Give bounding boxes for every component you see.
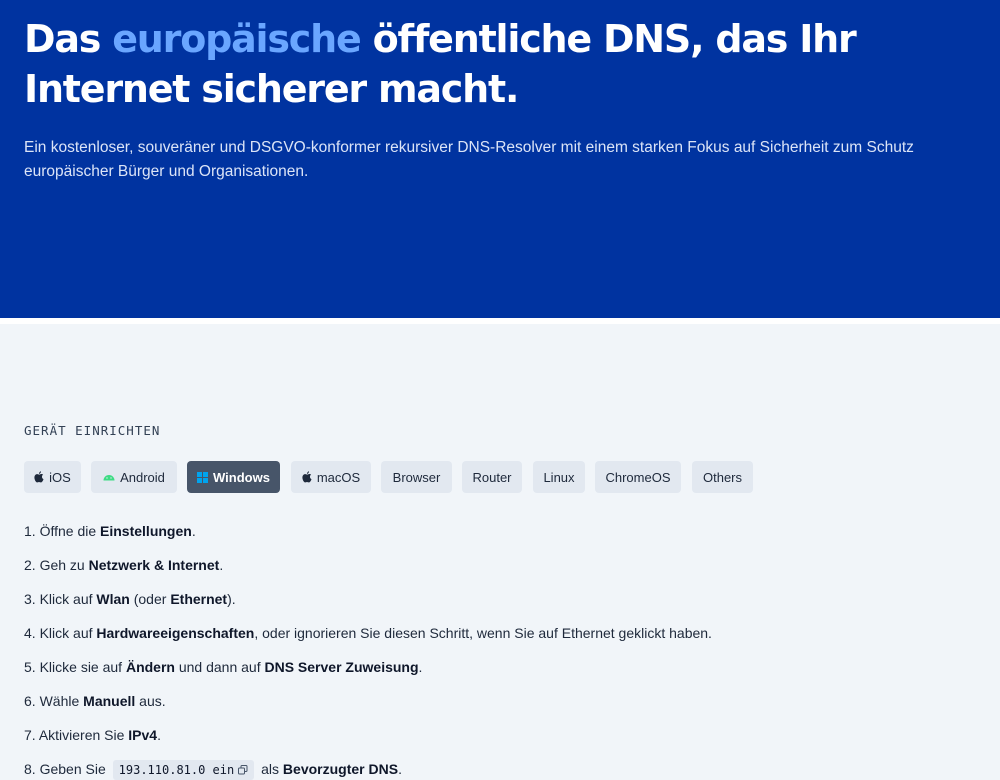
divider — [0, 318, 1000, 324]
step-8: 8. Geben Sie 193.110.81.0 ein als Bevorz… — [24, 759, 402, 780]
windows-icon — [197, 471, 209, 483]
tab-android-label: Android — [120, 469, 165, 485]
tab-chromeos[interactable]: ChromeOS — [595, 461, 681, 493]
tab-others[interactable]: Others — [692, 461, 753, 493]
apple-icon — [34, 471, 44, 483]
android-icon — [103, 475, 115, 481]
apple-icon — [302, 471, 312, 483]
tab-chromeos-label: ChromeOS — [605, 469, 671, 485]
step-5: 5. Klicke sie auf Ändern und dann auf DN… — [24, 659, 423, 675]
hero-title-accent: europäische — [112, 17, 362, 61]
tab-router-label: Router — [472, 469, 512, 485]
copy-icon[interactable] — [238, 765, 248, 775]
tab-windows[interactable]: Windows — [187, 461, 280, 493]
tab-macos[interactable]: macOS — [291, 461, 371, 493]
tab-browser[interactable]: Browser — [381, 461, 452, 493]
dns-address-code[interactable]: 193.110.81.0 ein — [112, 760, 255, 780]
tab-macos-label: macOS — [316, 469, 361, 485]
step-1: 1. Öffne die Einstellungen. — [24, 523, 196, 539]
tab-browser-label: Browser — [392, 469, 441, 485]
hero-subtitle: Ein kostenloser, souveräner und DSGVO-ko… — [24, 139, 914, 180]
tab-router[interactable]: Router — [462, 461, 522, 493]
step-4: 4. Klick auf Hardwareeigenschaften, oder… — [24, 625, 712, 641]
tab-ios-label: iOS — [49, 469, 71, 485]
tab-windows-label: Windows — [213, 469, 270, 485]
tab-others-label: Others — [702, 469, 742, 485]
tab-linux[interactable]: Linux — [533, 461, 585, 493]
tab-ios[interactable]: iOS — [24, 461, 81, 493]
tab-android[interactable]: Android — [91, 461, 177, 493]
step-3: 3. Klick auf Wlan (oder Ethernet). — [24, 591, 236, 607]
step-2: 2. Geh zu Netzwerk & Internet. — [24, 557, 224, 573]
hero-title: Das europäische öffentliche DNS, das Ihr… — [24, 17, 857, 111]
tab-linux-label: Linux — [543, 469, 575, 485]
step-7: 7. Aktivieren Sie IPv4. — [24, 727, 161, 743]
hero-section: Das europäische öffentliche DNS, das Ihr… — [0, 0, 1000, 318]
section-label: GERÄT EINRICHTEN — [24, 423, 161, 438]
step-6: 6. Wähle Manuell aus. — [24, 693, 166, 709]
